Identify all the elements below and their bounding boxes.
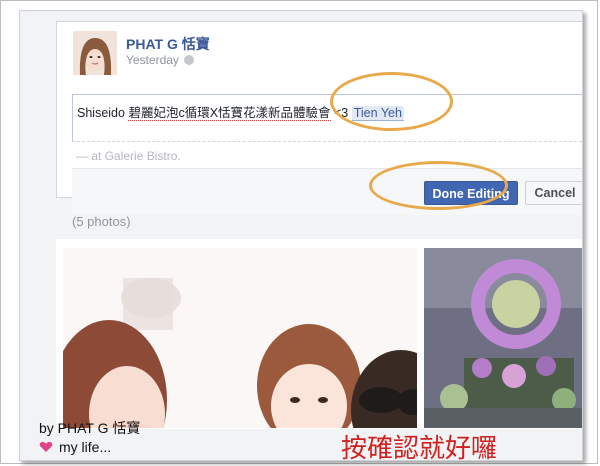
watermark-line1: by PHAT G 恬寶: [39, 420, 141, 436]
facebook-canvas: PHAT G 恬寶 Yesterday Shiseido 碧麗妃泡c循環X恬寶花…: [19, 10, 583, 461]
photo-selfie[interactable]: [63, 248, 417, 428]
timestamp-text: Yesterday: [126, 53, 179, 67]
photo-flower-arch[interactable]: [424, 248, 582, 428]
avatar[interactable]: [73, 31, 117, 75]
annotation-caption: 按確認就好囉: [341, 434, 498, 464]
flower-arch-image: [424, 248, 582, 428]
location-row[interactable]: — at Galerie Bistro.: [72, 141, 582, 168]
screenshot-frame: PHAT G 恬寶 Yesterday Shiseido 碧麗妃泡c循環X恬寶花…: [0, 0, 598, 464]
watermark-line2-row: my life...: [39, 438, 140, 457]
post-edit-field[interactable]: Shiseido 碧麗妃泡c循環X恬寶花漾新品體驗會 <3 Tien Yeh: [72, 94, 582, 141]
edit-action-bar: Done Editing Cancel: [72, 168, 582, 215]
selfie-image: [63, 248, 417, 428]
photo-grid: [56, 239, 582, 429]
avatar-image: [73, 31, 117, 75]
globe-icon: [183, 55, 194, 65]
cancel-button[interactable]: Cancel: [525, 181, 582, 205]
button-highlight-ring: [369, 161, 508, 210]
post-author[interactable]: PHAT G 恬寶: [126, 34, 210, 54]
tag-highlight-ring: [330, 72, 453, 131]
watermark: by PHAT G 恬寶 my life...: [39, 419, 140, 457]
photo-count: (5 photos): [72, 214, 131, 229]
post-card: PHAT G 恬寶 Yesterday Shiseido 碧麗妃泡c循環X恬寶花…: [56, 21, 582, 215]
edit-text-start: Shiseido: [77, 106, 129, 120]
location-text: — at Galerie Bistro.: [76, 149, 181, 163]
edit-text-title: 碧麗妃泡c循環X恬寶花漾新品體驗會: [128, 106, 331, 121]
post-timestamp[interactable]: Yesterday: [126, 53, 194, 67]
heart-icon: [39, 441, 53, 452]
watermark-line2: my life...: [59, 439, 112, 455]
